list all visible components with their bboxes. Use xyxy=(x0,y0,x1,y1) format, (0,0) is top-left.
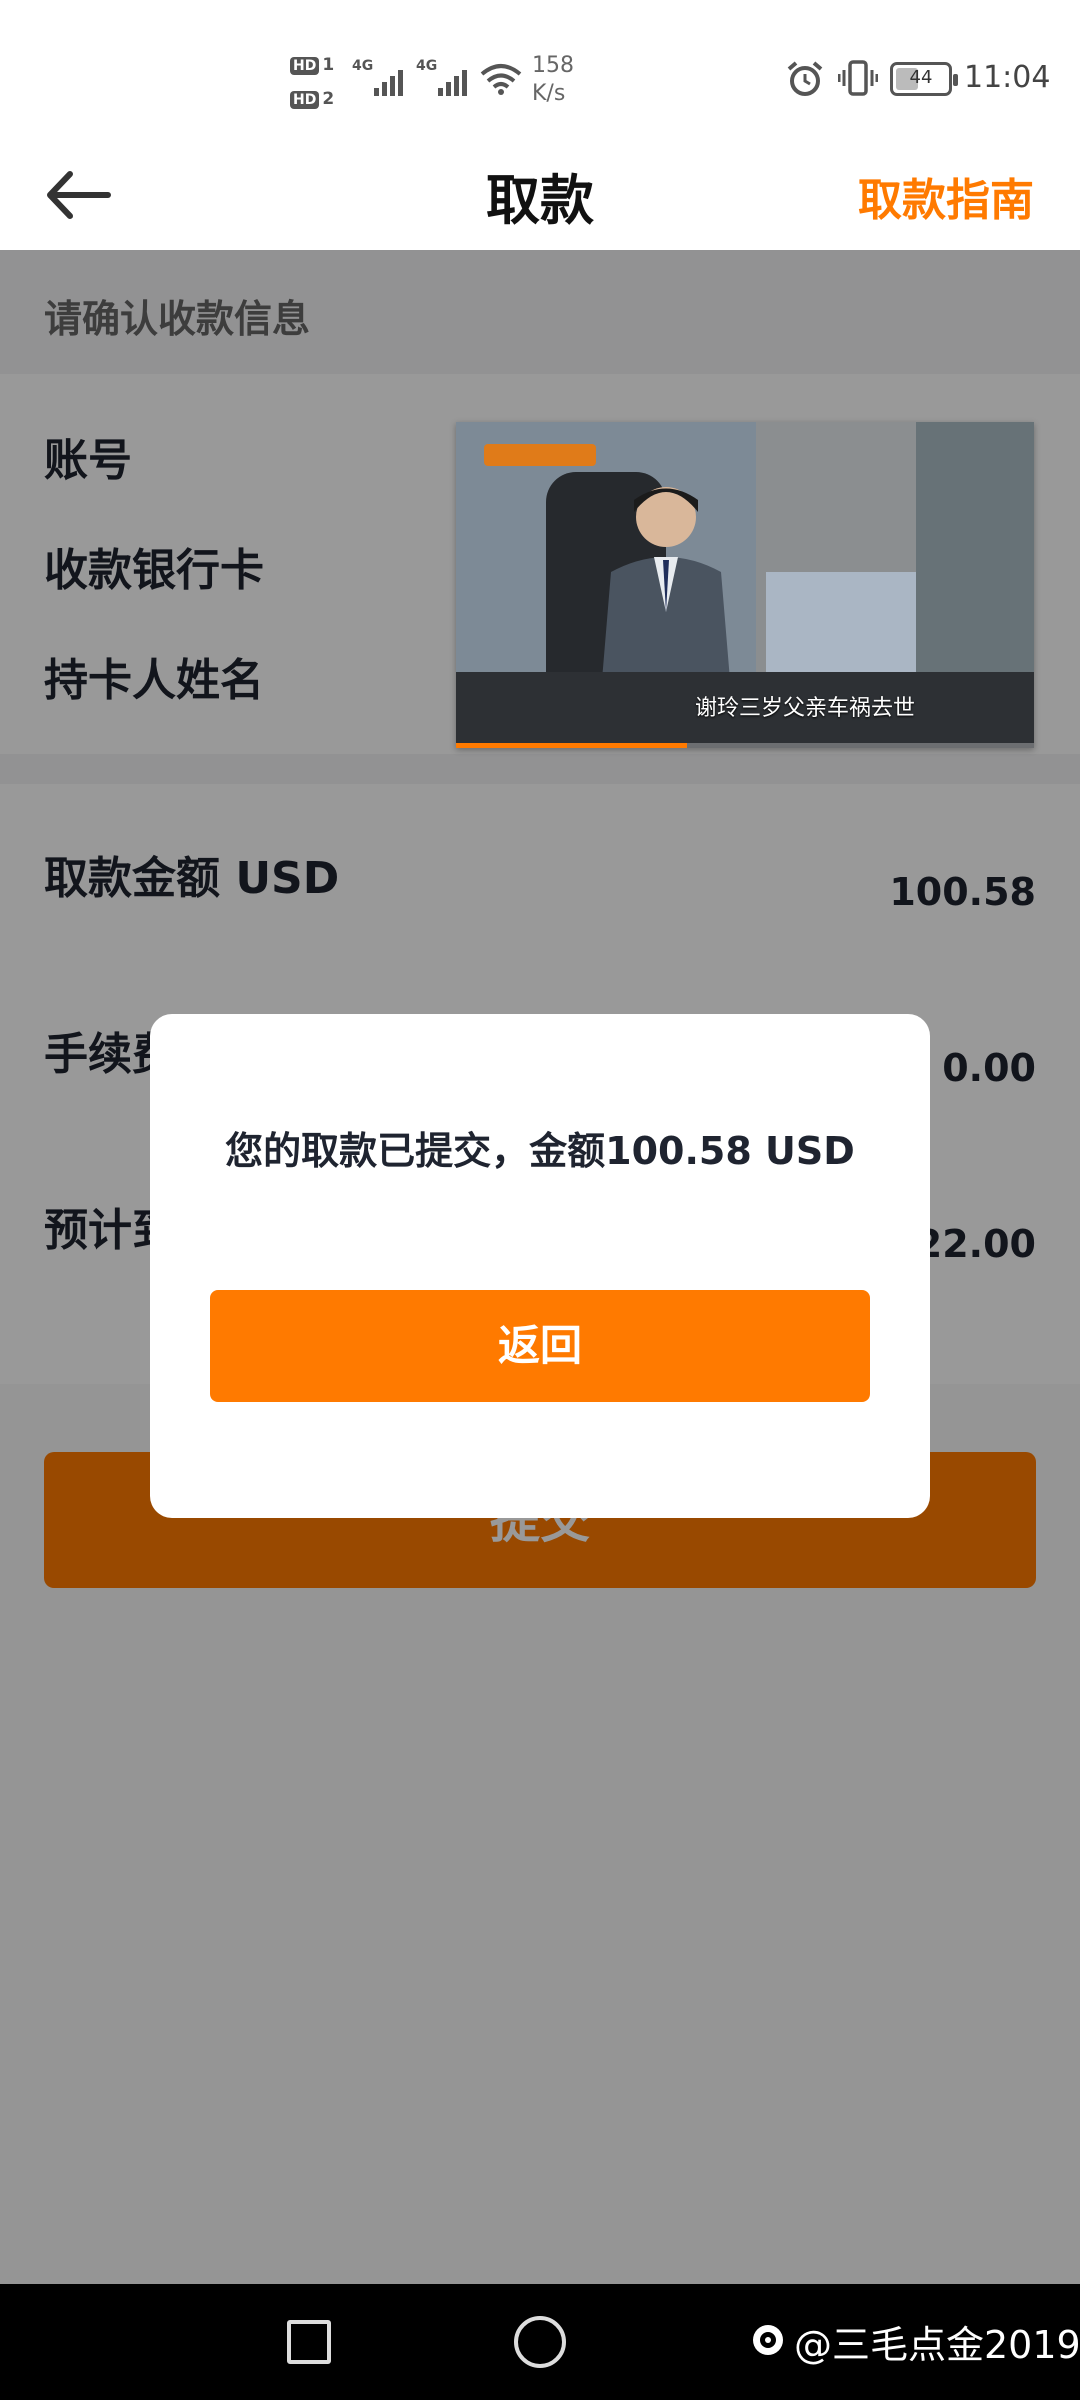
submission-dialog: 您的取款已提交，金额100.58 USD 返回 xyxy=(150,1014,930,1518)
weibo-logo-icon xyxy=(753,2325,783,2355)
wifi-icon xyxy=(480,64,522,95)
video-subtitle: 谢玲三岁父亲车祸去世 xyxy=(694,696,915,721)
vibrate-icon xyxy=(838,60,878,96)
recent-apps-button[interactable] xyxy=(287,2320,331,2364)
floating-video-player[interactable]: 谢玲三岁父亲车祸去世 xyxy=(456,422,1034,748)
hd-indicator: HD 1 HD 2 xyxy=(290,48,334,116)
system-nav-bar: @三毛点金2019 xyxy=(0,2284,1080,2400)
video-frame xyxy=(601,487,731,692)
clock: 11:04 xyxy=(964,60,1051,95)
channel-logo xyxy=(484,444,596,466)
dialog-message: 您的取款已提交，金额100.58 USD xyxy=(225,1129,855,1173)
return-button[interactable]: 返回 xyxy=(210,1290,870,1402)
home-button[interactable] xyxy=(514,2316,566,2368)
battery-icon: 44 xyxy=(890,62,958,96)
alarm-icon xyxy=(787,61,823,96)
withdraw-guide-link[interactable]: 取款指南 xyxy=(858,164,1034,228)
app-header: 取款 取款指南 xyxy=(0,140,1080,250)
video-progress-bar xyxy=(456,743,1034,748)
watermark-text: @三毛点金2019 xyxy=(794,2323,1080,2367)
status-bar: HD 1 HD 2 4G 4G 158 K/s 44 11:04 xyxy=(0,0,1080,140)
network-speed: 158 K/s xyxy=(532,53,574,106)
